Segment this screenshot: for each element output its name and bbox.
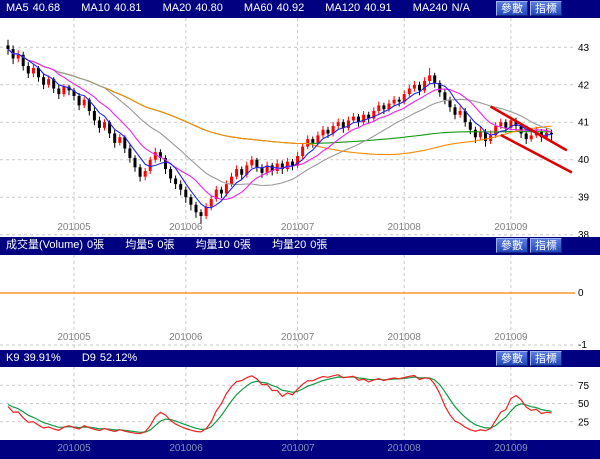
indicator-button[interactable]: 指標	[530, 238, 562, 253]
price-x-labels: 201005 201006 201007 201008 201009	[57, 222, 528, 233]
volume-panel-header: 成交量(Volume) 0張 均量5 0張 均量10 0張 均量20 0張 參數 指標	[0, 237, 600, 255]
svg-text:201009: 201009	[494, 332, 528, 343]
d9-readout: D9 52.12%	[81, 352, 138, 364]
svg-text:201005: 201005	[57, 222, 91, 233]
svg-text:201008: 201008	[388, 222, 422, 233]
params-button[interactable]: 參數	[496, 238, 528, 253]
ma20-readout: MA20 40.80	[162, 2, 223, 14]
svg-text:0: 0	[578, 288, 584, 299]
volume-chart[interactable]: 0 -1 201005 201006 201007 201008 201009	[0, 255, 600, 350]
vol-ma10-readout: 均量10 0張	[195, 239, 251, 251]
svg-text:201005: 201005	[57, 332, 91, 343]
svg-text:201008: 201008	[388, 332, 422, 343]
svg-text:201009: 201009	[494, 222, 528, 233]
svg-text:40: 40	[578, 155, 590, 166]
volume-y-labels: 0 -1	[578, 288, 587, 350]
vol-ma20-readout: 均量20 0張	[271, 239, 328, 251]
svg-text:201007: 201007	[281, 332, 315, 343]
svg-text:201007: 201007	[281, 222, 315, 233]
x-axis-label: 201007	[281, 443, 315, 454]
price-chart[interactable]: 201005 201006 201007 201008 201009 43 42 41 40 39…	[0, 18, 600, 237]
ma10-readout: MA10 40.81	[81, 2, 142, 14]
ma5-readout: MA5 40.68	[6, 2, 61, 14]
svg-text:39: 39	[578, 193, 590, 204]
k9-line	[7, 374, 552, 435]
x-axis-label: 201009	[494, 443, 528, 454]
price-gridlines	[0, 18, 575, 237]
svg-text:41: 41	[578, 118, 590, 129]
ma60-readout: MA60 40.92	[243, 2, 305, 14]
volume-x-labels: 201005 201006 201007 201008 201009	[57, 332, 528, 343]
svg-text:201006: 201006	[169, 222, 203, 233]
ma240-readout: MA240 N/A	[412, 2, 470, 14]
stock-chart-window: MA5 40.68 MA10 40.81 MA20 40.80 MA60 40.92 M…	[0, 0, 600, 459]
svg-text:-1: -1	[578, 340, 587, 350]
volume-readout: 成交量(Volume) 0張	[6, 239, 105, 251]
kd-y-labels: 75 50 25	[578, 381, 590, 429]
indicator-button[interactable]: 指標	[530, 1, 562, 16]
price-panel-header: MA5 40.68 MA10 40.81 MA20 40.80 MA60 40.92 M…	[0, 0, 600, 18]
svg-text:75: 75	[578, 381, 590, 392]
x-axis-label: 201005	[57, 443, 91, 454]
indicator-button[interactable]: 指標	[530, 351, 562, 366]
price-y-labels: 43 42 41 40 39 38	[578, 43, 590, 237]
x-axis-label: 201006	[169, 443, 203, 454]
svg-text:201006: 201006	[169, 332, 203, 343]
params-button[interactable]: 參數	[496, 351, 528, 366]
svg-text:25: 25	[578, 417, 590, 428]
ma120-readout: MA120 40.91	[325, 2, 392, 14]
params-button[interactable]: 參數	[496, 1, 528, 16]
svg-text:50: 50	[578, 399, 590, 410]
svg-text:38: 38	[578, 230, 590, 237]
kd-panel-header: K9 39.91% D9 52.12% 參數 指標	[0, 350, 600, 367]
kd-chart[interactable]: 75 50 25	[0, 367, 600, 440]
vol-ma5-readout: 均量5 0張	[125, 239, 175, 251]
x-axis-bar: 201005 201006 201007 201008 201009	[0, 440, 600, 459]
svg-text:42: 42	[578, 80, 590, 91]
svg-text:43: 43	[578, 43, 590, 54]
k9-readout: K9 39.91%	[6, 352, 61, 364]
x-axis-label: 201008	[387, 443, 421, 454]
